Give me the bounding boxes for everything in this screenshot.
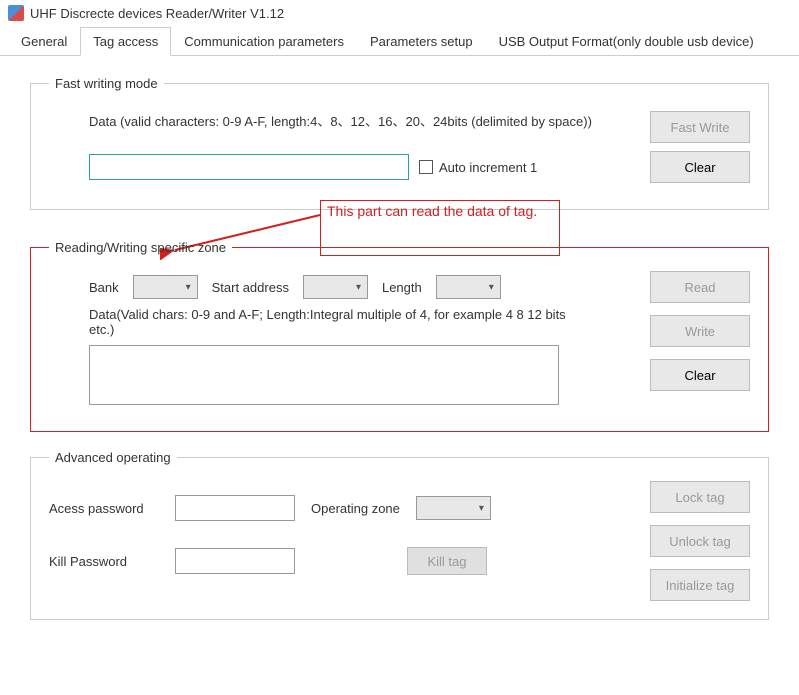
rw-data-hint: Data(Valid chars: 0-9 and A-F; Length:In… bbox=[89, 307, 569, 337]
rw-data-textarea[interactable] bbox=[89, 345, 559, 405]
bank-label: Bank bbox=[89, 280, 119, 295]
operating-zone-select[interactable]: ▾ bbox=[416, 496, 491, 520]
tab-usb-output[interactable]: USB Output Format(only double usb device… bbox=[486, 27, 767, 56]
kill-tag-button[interactable]: Kill tag bbox=[407, 547, 487, 575]
chevron-down-icon: ▾ bbox=[489, 282, 494, 293]
kill-password-input[interactable] bbox=[175, 548, 295, 574]
annotation-text: This part can read the data of tag. bbox=[327, 203, 537, 219]
auto-increment-checkbox-wrap[interactable]: Auto increment 1 bbox=[419, 160, 537, 175]
legend-advanced: Advanced operating bbox=[49, 450, 177, 465]
access-password-label: Acess password bbox=[49, 501, 159, 516]
read-button[interactable]: Read bbox=[650, 271, 750, 303]
tab-tag-access[interactable]: Tag access bbox=[80, 27, 171, 56]
group-fast-writing: Fast writing mode Data (valid characters… bbox=[30, 76, 769, 210]
rw-clear-button[interactable]: Clear bbox=[650, 359, 750, 391]
fast-data-input[interactable] bbox=[89, 154, 409, 180]
group-rw-zone: Reading/Writing specific zone Bank ▾ Sta… bbox=[30, 240, 769, 432]
chevron-down-icon: ▾ bbox=[186, 282, 191, 293]
tab-communication[interactable]: Communication parameters bbox=[171, 27, 357, 56]
group-advanced: Advanced operating Acess password Operat… bbox=[30, 450, 769, 620]
auto-increment-checkbox[interactable] bbox=[419, 160, 433, 174]
legend-rw-zone: Reading/Writing specific zone bbox=[49, 240, 232, 255]
operating-zone-label: Operating zone bbox=[311, 501, 400, 516]
start-address-label: Start address bbox=[212, 280, 289, 295]
fast-clear-button[interactable]: Clear bbox=[650, 151, 750, 183]
unlock-tag-button[interactable]: Unlock tag bbox=[650, 525, 750, 557]
lock-tag-button[interactable]: Lock tag bbox=[650, 481, 750, 513]
tab-general[interactable]: General bbox=[8, 27, 80, 56]
access-password-input[interactable] bbox=[175, 495, 295, 521]
tab-parameters[interactable]: Parameters setup bbox=[357, 27, 486, 56]
legend-fast-writing: Fast writing mode bbox=[49, 76, 164, 91]
initialize-tag-button[interactable]: Initialize tag bbox=[650, 569, 750, 601]
bank-select[interactable]: ▾ bbox=[133, 275, 198, 299]
fast-write-button[interactable]: Fast Write bbox=[650, 111, 750, 143]
chevron-down-icon: ▾ bbox=[356, 282, 361, 293]
start-address-select[interactable]: ▾ bbox=[303, 275, 368, 299]
chevron-down-icon: ▾ bbox=[479, 503, 484, 514]
title-bar: UHF Discrecte devices Reader/Writer V1.1… bbox=[0, 0, 799, 26]
window-title: UHF Discrecte devices Reader/Writer V1.1… bbox=[30, 6, 284, 21]
length-label: Length bbox=[382, 280, 422, 295]
auto-increment-label: Auto increment 1 bbox=[439, 160, 537, 175]
length-select[interactable]: ▾ bbox=[436, 275, 501, 299]
kill-password-label: Kill Password bbox=[49, 554, 159, 569]
tab-content: Fast writing mode Data (valid characters… bbox=[0, 56, 799, 658]
write-button[interactable]: Write bbox=[650, 315, 750, 347]
fast-data-label: Data (valid characters: 0-9 A-F, length:… bbox=[89, 111, 640, 130]
app-icon bbox=[8, 5, 24, 21]
tab-strip: General Tag access Communication paramet… bbox=[0, 26, 799, 56]
